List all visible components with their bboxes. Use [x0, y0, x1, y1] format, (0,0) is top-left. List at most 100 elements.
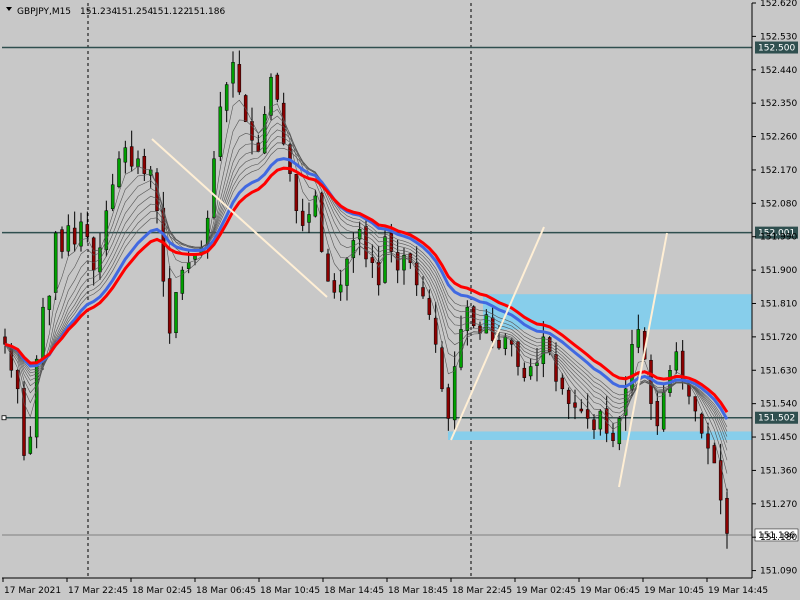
- bearish-candle: [440, 347, 444, 390]
- bullish-candle: [53, 232, 58, 293]
- bearish-candle: [319, 192, 324, 252]
- y-tick-label: 152.080: [760, 199, 797, 209]
- y-tick-label: 151.810: [760, 299, 797, 309]
- bullish-candle: [452, 366, 457, 421]
- bearish-candle: [250, 121, 254, 141]
- bullish-candle: [110, 184, 115, 210]
- x-tick-label: 19 Mar 02:45: [516, 586, 576, 596]
- bullish-candle: [186, 262, 191, 269]
- y-tick-label: 151.450: [760, 433, 797, 443]
- level-handle[interactable]: [1, 415, 7, 421]
- bullish-candle: [338, 284, 343, 293]
- bullish-candle: [661, 392, 666, 430]
- x-tick-label: 19 Mar 14:45: [708, 586, 768, 596]
- bearish-candle: [693, 396, 698, 412]
- bearish-candle: [167, 278, 172, 334]
- bearish-candle: [497, 339, 501, 349]
- bullish-candle: [218, 106, 223, 157]
- ohlc-high: 151.254: [116, 7, 153, 17]
- bullish-candle: [674, 351, 679, 371]
- bullish-candle: [224, 84, 229, 111]
- y-tick-label: 151.360: [760, 466, 797, 476]
- bearish-candle: [395, 252, 400, 271]
- bearish-candle: [275, 74, 280, 100]
- bearish-candle: [573, 402, 577, 408]
- chart-header: GBPJPY,M15 151.234 151.254 151.122 151.1…: [6, 7, 225, 17]
- bearish-candle: [421, 287, 425, 297]
- x-tick-label: 18 Mar 18:45: [388, 586, 448, 596]
- bullish-candle: [528, 366, 533, 377]
- price-chart[interactable]: 152.500152.001151.502151.186 152.620152.…: [0, 0, 800, 600]
- bullish-candle: [636, 329, 641, 348]
- ohlc-open: 151.234: [80, 7, 117, 17]
- bullish-candle: [117, 158, 121, 188]
- bearish-candle: [718, 460, 723, 501]
- bullish-candle: [383, 236, 387, 283]
- bearish-candle: [370, 257, 375, 263]
- y-tick-label: 152.170: [760, 166, 797, 176]
- bearish-candle: [237, 64, 242, 93]
- bullish-candle: [136, 158, 140, 167]
- bearish-candle: [522, 367, 527, 378]
- x-tick-label: 18 Mar 22:45: [452, 586, 512, 596]
- y-tick-label: 152.260: [760, 133, 797, 143]
- x-tick-label: 18 Mar 14:45: [324, 586, 384, 596]
- bearish-candle: [725, 497, 729, 534]
- bearish-candle: [60, 229, 64, 252]
- bullish-candle: [345, 258, 349, 286]
- bearish-candle: [326, 253, 330, 282]
- bearish-candle: [611, 432, 615, 441]
- y-tick-label: 151.720: [760, 333, 797, 343]
- bearish-candle: [294, 174, 299, 211]
- y-tick-label: 151.180: [760, 533, 797, 543]
- bearish-candle: [699, 413, 704, 434]
- bullish-candle: [459, 329, 463, 368]
- bearish-candle: [427, 298, 432, 315]
- level-price-label: 152.500: [758, 44, 795, 54]
- y-tick-label: 152.350: [760, 99, 797, 109]
- bullish-candle: [28, 436, 33, 454]
- bearish-candle: [142, 156, 147, 174]
- bullish-candle: [598, 410, 603, 430]
- ohlc-close: 151.186: [188, 7, 225, 17]
- y-tick-label: 151.630: [760, 366, 797, 376]
- bullish-candle: [47, 295, 52, 310]
- bearish-candle: [560, 377, 565, 390]
- bullish-candle: [307, 214, 311, 223]
- y-tick-label: 151.270: [760, 500, 797, 510]
- bullish-candle: [41, 306, 45, 362]
- y-tick-label: 152.530: [760, 32, 797, 42]
- chart-title: GBPJPY,M15: [17, 7, 71, 17]
- x-tick-label: 18 Mar 06:45: [196, 586, 256, 596]
- y-tick-label: 152.440: [760, 66, 797, 76]
- bearish-candle: [300, 210, 305, 226]
- bullish-candle: [231, 62, 235, 84]
- x-tick-label: 17 Mar 22:45: [68, 586, 128, 596]
- y-tick-label: 151.900: [760, 266, 797, 276]
- bullish-candle: [66, 225, 71, 252]
- y-tick-label: 152.620: [760, 0, 797, 9]
- x-tick-label: 18 Mar 10:45: [260, 586, 320, 596]
- level-price-label: 151.502: [758, 414, 795, 424]
- bearish-candle: [592, 419, 596, 430]
- bearish-candle: [129, 146, 134, 167]
- x-tick-label: 19 Mar 10:45: [644, 586, 704, 596]
- bullish-candle: [205, 217, 210, 245]
- bearish-candle: [706, 433, 710, 449]
- bearish-candle: [446, 387, 451, 419]
- bearish-candle: [566, 389, 571, 404]
- y-tick-label: 151.090: [760, 567, 797, 577]
- bullish-candle: [503, 336, 508, 349]
- bearish-candle: [433, 317, 438, 345]
- y-tick-label: 151.990: [760, 233, 797, 243]
- bullish-candle: [123, 147, 128, 163]
- x-tick-label: 18 Mar 02:45: [132, 586, 192, 596]
- bullish-candle: [351, 240, 356, 259]
- y-tick-label: 151.540: [760, 400, 797, 410]
- bearish-candle: [712, 445, 717, 464]
- bearish-candle: [585, 409, 590, 419]
- ohlc-low: 151.122: [152, 7, 189, 17]
- bearish-candle: [72, 227, 77, 245]
- bearish-candle: [85, 224, 90, 237]
- bullish-candle: [465, 306, 470, 331]
